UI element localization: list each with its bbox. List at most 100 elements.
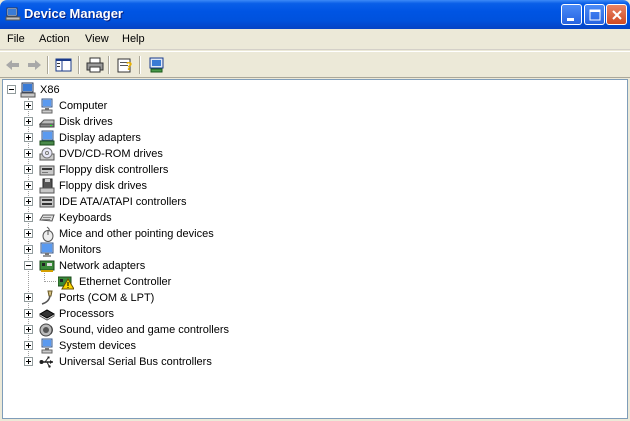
window-title: Device Manager [24, 6, 123, 21]
expand-dvd-cdrom-expander[interactable] [24, 149, 33, 158]
tree-item-label: Keyboards [59, 212, 112, 224]
device-manager-icon [5, 6, 21, 22]
tree-item-ethernet-controller[interactable]: Ethernet Controller [3, 274, 603, 290]
tree-item-label: Monitors [59, 244, 102, 256]
mouse-icon [39, 226, 55, 242]
floppy-controller-icon [39, 162, 55, 178]
expand-floppy-controllers-expander[interactable] [24, 165, 33, 174]
forward-button[interactable] [24, 56, 44, 74]
menu-file[interactable]: File [7, 33, 25, 45]
floppy-drive-icon [39, 178, 55, 194]
expand-disk-drives-expander[interactable] [24, 117, 33, 126]
tree-item-system-devices[interactable]: System devices [3, 338, 603, 354]
console-tree-icon [55, 58, 72, 72]
port-icon [39, 290, 55, 306]
menu-action[interactable]: Action [39, 33, 70, 45]
expand-floppy-drives-expander[interactable] [24, 181, 33, 190]
expand-sound-expander[interactable] [24, 325, 33, 334]
expand-keyboards-expander[interactable] [24, 213, 33, 222]
svg-text:?: ? [126, 60, 132, 73]
tree-item-disk-drives[interactable]: Disk drives [3, 114, 603, 130]
tree-item-usb-controllers[interactable]: Universal Serial Bus controllers [3, 354, 603, 370]
display-adapter-icon [39, 130, 55, 146]
expand-system-devices-expander[interactable] [24, 341, 33, 350]
tree-item-network-adapters[interactable]: Network adapters [3, 258, 603, 274]
tree-item-label: Floppy disk controllers [59, 164, 169, 176]
forward-arrow-icon [28, 60, 41, 70]
tree-item-label: Network adapters [59, 260, 146, 272]
toolbar-separator [108, 56, 110, 74]
scan-hardware-button[interactable] [147, 56, 167, 74]
tree-item-monitors[interactable]: Monitors [3, 242, 603, 258]
tree-item-label: Mice and other pointing devices [59, 228, 214, 240]
tree-item-floppy-disk-controllers[interactable]: Floppy disk controllers [3, 162, 603, 178]
back-button[interactable] [3, 56, 23, 74]
processor-icon [39, 306, 55, 322]
tree-item-processors[interactable]: Processors [3, 306, 603, 322]
toolbar-separator [139, 56, 141, 74]
expand-ide-controllers-expander[interactable] [24, 197, 33, 206]
toolbar-separator [78, 56, 80, 74]
tree-item-dvd-cdrom-drives[interactable]: DVD/CD-ROM drives [3, 146, 603, 162]
tree-root-x86[interactable]: X86 [3, 82, 603, 98]
tree-item-label: Disk drives [59, 116, 113, 128]
tree-item-label: Ports (COM & LPT) [59, 292, 155, 304]
tree-item-label: DVD/CD-ROM drives [59, 148, 163, 160]
disk-drive-icon [39, 114, 55, 130]
expand-ports-expander[interactable] [24, 293, 33, 302]
toolbar: ? [0, 51, 630, 78]
tree-item-label: IDE ATA/ATAPI controllers [59, 196, 187, 208]
expand-computer-expander[interactable] [24, 101, 33, 110]
expand-processors-expander[interactable] [24, 309, 33, 318]
close-button[interactable] [606, 4, 627, 25]
warning-network-icon [58, 274, 74, 290]
tree-item-label: Ethernet Controller [79, 276, 172, 288]
tree-item-mice[interactable]: Mice and other pointing devices [3, 226, 603, 242]
toolbar-separator [47, 56, 49, 74]
tree-item-keyboards[interactable]: Keyboards [3, 210, 603, 226]
properties-help-icon: ? [117, 58, 132, 73]
device-tree[interactable]: X86 Computer Disk drives Display adapter… [2, 79, 628, 419]
keyboard-icon [39, 210, 55, 226]
expand-usb-expander[interactable] [24, 357, 33, 366]
tree-item-label: Floppy disk drives [59, 180, 148, 192]
close-icon [612, 10, 622, 20]
tree-item-display-adapters[interactable]: Display adapters [3, 130, 603, 146]
minimize-icon [567, 18, 574, 21]
computer-root-icon [20, 82, 36, 98]
computer-icon [39, 98, 55, 114]
minimize-button[interactable] [561, 4, 582, 25]
cdrom-icon [39, 146, 55, 162]
collapse-network-adapters-expander[interactable] [24, 261, 33, 270]
expand-mice-expander[interactable] [24, 229, 33, 238]
sound-icon [39, 322, 55, 338]
tree-item-floppy-disk-drives[interactable]: Floppy disk drives [3, 178, 603, 194]
maximize-button[interactable] [584, 4, 605, 25]
ide-controller-icon [39, 194, 55, 210]
menu-help[interactable]: Help [122, 33, 145, 45]
tree-item-label: Computer [59, 100, 108, 112]
tree-item-label: System devices [59, 340, 137, 352]
title-bar[interactable]: Device Manager [0, 0, 630, 29]
system-device-icon [39, 338, 55, 354]
device-manager-window: Device Manager File Action View Help ? X… [0, 0, 630, 421]
expand-display-adapters-expander[interactable] [24, 133, 33, 142]
printer-icon [86, 57, 104, 73]
menu-bar: File Action View Help [0, 29, 630, 50]
tree-item-label: Universal Serial Bus controllers [59, 356, 212, 368]
monitor-icon [39, 242, 55, 258]
menu-view[interactable]: View [85, 33, 109, 45]
tree-item-sound-video-game[interactable]: Sound, video and game controllers [3, 322, 603, 338]
tree-item-ide-controllers[interactable]: IDE ATA/ATAPI controllers [3, 194, 603, 210]
tree-item-computer[interactable]: Computer [3, 98, 603, 114]
network-adapter-icon [39, 258, 55, 274]
collapse-root-expander[interactable] [7, 85, 16, 94]
show-hide-console-tree-button[interactable] [54, 56, 74, 74]
tree-item-ports[interactable]: Ports (COM & LPT) [3, 290, 603, 306]
tree-item-label: Sound, video and game controllers [59, 324, 229, 336]
tree-item-label: Processors [59, 308, 115, 320]
print-button[interactable] [85, 56, 105, 74]
usb-icon [39, 354, 55, 370]
properties-help-button[interactable]: ? [115, 56, 135, 74]
expand-monitors-expander[interactable] [24, 245, 33, 254]
